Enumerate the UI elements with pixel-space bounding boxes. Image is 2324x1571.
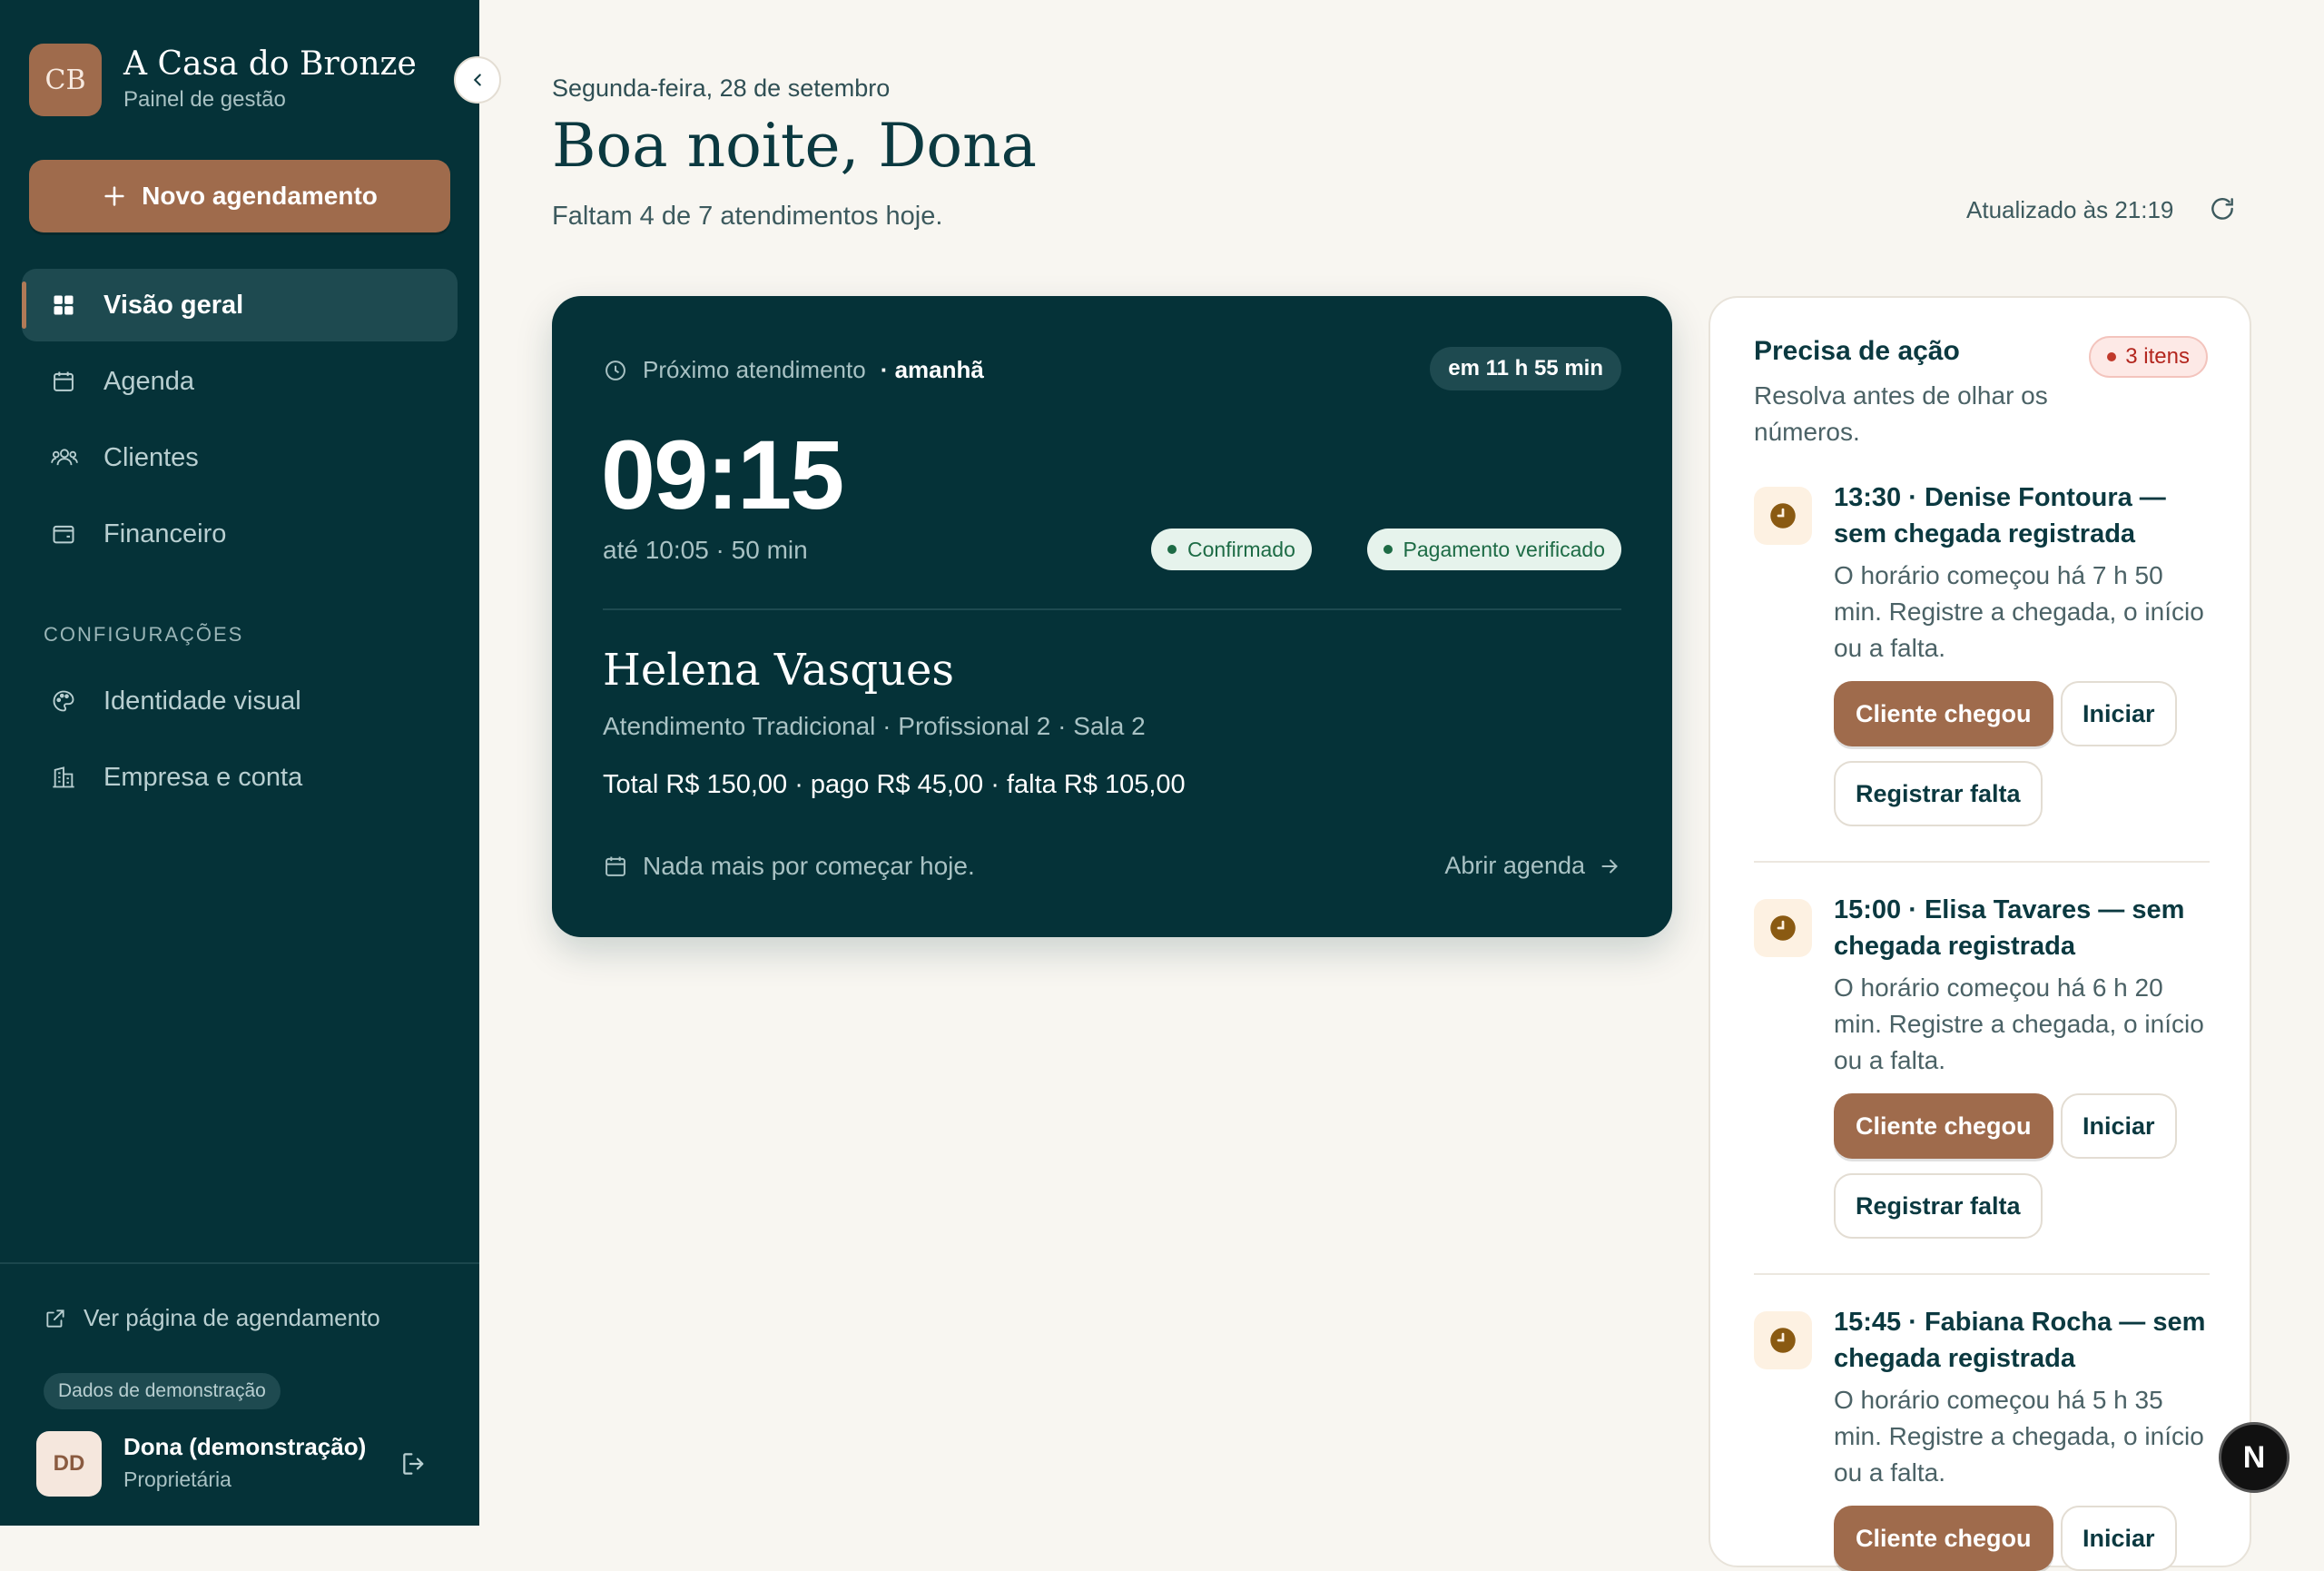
- client-arrived-button[interactable]: Cliente chegou: [1834, 681, 2053, 746]
- refresh-button[interactable]: [2208, 194, 2237, 223]
- next-appointment-card: Próximo atendimento · amanhã em 11 h 55 …: [552, 296, 1672, 937]
- action-item: 15:00 · Elisa Tavares — sem chegada regi…: [1754, 892, 2210, 1273]
- nav-label: Agenda: [103, 367, 194, 396]
- nav-item-visual-identity[interactable]: Identidade visual: [22, 665, 458, 737]
- register-no-show-button[interactable]: Registrar falta: [1834, 1173, 2043, 1239]
- arrow-right-icon: [1598, 855, 1621, 878]
- floating-assistant-button[interactable]: N: [2219, 1422, 2290, 1493]
- calendar-icon: [603, 854, 628, 879]
- settings-section-label: CONFIGURAÇÕES: [44, 623, 244, 646]
- pending-clock-icon: [1754, 899, 1812, 957]
- nav-item-agenda[interactable]: Agenda: [22, 345, 458, 418]
- page-title: Boa noite, Dona: [552, 111, 1037, 181]
- brand-name: A Casa do Bronze: [123, 45, 417, 83]
- action-item-description: O horário começou há 6 h 20 min. Registr…: [1834, 973, 2204, 1074]
- alert-dot: [2107, 352, 2117, 361]
- action-item-description: O horário começou há 7 h 50 min. Registr…: [1834, 561, 2204, 662]
- wallet-icon: [51, 521, 76, 547]
- nav-label: Financeiro: [103, 519, 227, 548]
- calendar-icon: [51, 369, 76, 394]
- logout-button[interactable]: [399, 1449, 428, 1478]
- pending-count-badge: 3 itens: [2089, 336, 2208, 378]
- nothing-left-label: Nada mais por começar hoje.: [643, 852, 975, 880]
- payment-totals: Total R$ 150,00 · pago R$ 45,00 · falta …: [603, 770, 1186, 799]
- client-arrived-button[interactable]: Cliente chegou: [1834, 1506, 2053, 1571]
- next-appointment-header: Próximo atendimento · amanhã: [603, 356, 984, 384]
- open-agenda-label: Abrir agenda: [1444, 852, 1585, 879]
- start-button[interactable]: Iniciar: [2061, 1506, 2177, 1571]
- logout-icon: [399, 1449, 428, 1478]
- action-item: 13:30 · Denise Fontoura — sem chegada re…: [1754, 479, 2210, 861]
- refresh-icon: [2208, 194, 2237, 223]
- view-booking-page-link[interactable]: Ver página de agendamento: [44, 1304, 380, 1332]
- users-icon: [51, 445, 78, 470]
- nav-item-finance[interactable]: Financeiro: [22, 498, 458, 570]
- action-panel-title: Precisa de ação: [1754, 336, 1960, 366]
- brand-subtitle: Painel de gestão: [123, 87, 286, 112]
- collapse-sidebar-button[interactable]: [454, 56, 501, 104]
- register-no-show-button[interactable]: Registrar falta: [1834, 761, 2043, 826]
- countdown-badge: em 11 h 55 min: [1430, 347, 1621, 390]
- nothing-left-notice: Nada mais por começar hoje.: [603, 852, 975, 881]
- appointment-time: 09:15: [601, 420, 844, 529]
- status-label: Pagamento verificado: [1403, 537, 1605, 561]
- status-label: Confirmado: [1187, 537, 1295, 561]
- view-booking-page-label: Ver página de agendamento: [84, 1304, 380, 1331]
- action-item: 15:45 · Fabiana Rocha — sem chegada regi…: [1754, 1304, 2210, 1571]
- new-appointment-label: Novo agendamento: [142, 182, 378, 210]
- status-badge-confirmed: Confirmado: [1151, 529, 1312, 570]
- last-updated: Atualizado às 21:19: [1966, 196, 2174, 223]
- sidebar-divider: [0, 1262, 479, 1264]
- pending-clock-icon: [1754, 487, 1812, 545]
- item-separator: [1754, 861, 2210, 863]
- nav-item-company-account[interactable]: Empresa e conta: [22, 741, 458, 814]
- action-item-title: 15:00 · Elisa Tavares — sem chegada regi…: [1834, 895, 2185, 961]
- action-item-description: O horário começou há 5 h 35 min. Registr…: [1834, 1386, 2204, 1487]
- brand-logo: CB: [29, 44, 102, 116]
- clock-icon: [603, 358, 628, 383]
- status-dot: [1383, 545, 1393, 554]
- action-required-panel: Precisa de ação 3 itens Resolva antes de…: [1709, 296, 2251, 1571]
- palette-icon: [51, 688, 76, 714]
- service-details: Atendimento Tradicional · Profissional 2…: [603, 712, 1146, 740]
- action-panel-subtitle: Resolva antes de olhar os números.: [1754, 381, 2048, 446]
- item-separator: [1754, 1273, 2210, 1275]
- external-link-icon: [44, 1307, 67, 1330]
- sidebar: CB A Casa do Bronze Painel de gestão Nov…: [0, 0, 479, 1526]
- pending-count-label: 3 itens: [2125, 344, 2190, 369]
- nav-label: Visão geral: [103, 291, 244, 320]
- action-item-title: 13:30 · Denise Fontoura — sem chegada re…: [1834, 483, 2166, 548]
- plus-icon: [102, 183, 127, 209]
- user-role: Proprietária: [123, 1467, 231, 1491]
- nav-label: Clientes: [103, 443, 199, 472]
- open-agenda-link[interactable]: Abrir agenda: [1444, 852, 1621, 880]
- start-button[interactable]: Iniciar: [2061, 681, 2177, 746]
- building-icon: [51, 765, 76, 790]
- current-date: Segunda-feira, 28 de setembro: [552, 74, 891, 102]
- next-appointment-day: · amanhã: [880, 356, 984, 383]
- client-arrived-button[interactable]: Cliente chegou: [1834, 1093, 2053, 1159]
- status-badge-payment: Pagamento verificado: [1366, 529, 1621, 570]
- client-name: Helena Vasques: [603, 645, 954, 696]
- nav-label: Empresa e conta: [103, 763, 303, 792]
- grid-icon: [51, 292, 76, 318]
- chevron-left-icon: [468, 70, 487, 90]
- nav-item-overview[interactable]: Visão geral: [22, 269, 458, 341]
- remaining-appointments: Faltam 4 de 7 atendimentos hoje.: [552, 202, 943, 231]
- new-appointment-button[interactable]: Novo agendamento: [29, 160, 450, 232]
- action-item-title: 15:45 · Fabiana Rocha — sem chegada regi…: [1834, 1308, 2206, 1373]
- appointment-end: até 10:05 · 50 min: [603, 536, 808, 564]
- card-divider: [603, 608, 1621, 610]
- nav-item-clients[interactable]: Clientes: [22, 421, 458, 494]
- nav-label: Identidade visual: [103, 687, 301, 716]
- start-button[interactable]: Iniciar: [2061, 1093, 2177, 1159]
- status-dot: [1167, 545, 1177, 554]
- pending-clock-icon: [1754, 1311, 1812, 1369]
- avatar: DD: [36, 1431, 102, 1497]
- next-appointment-label: Próximo atendimento: [643, 356, 866, 383]
- user-name: Dona (demonstração): [123, 1433, 367, 1460]
- demo-data-badge: Dados de demonstração: [44, 1373, 281, 1409]
